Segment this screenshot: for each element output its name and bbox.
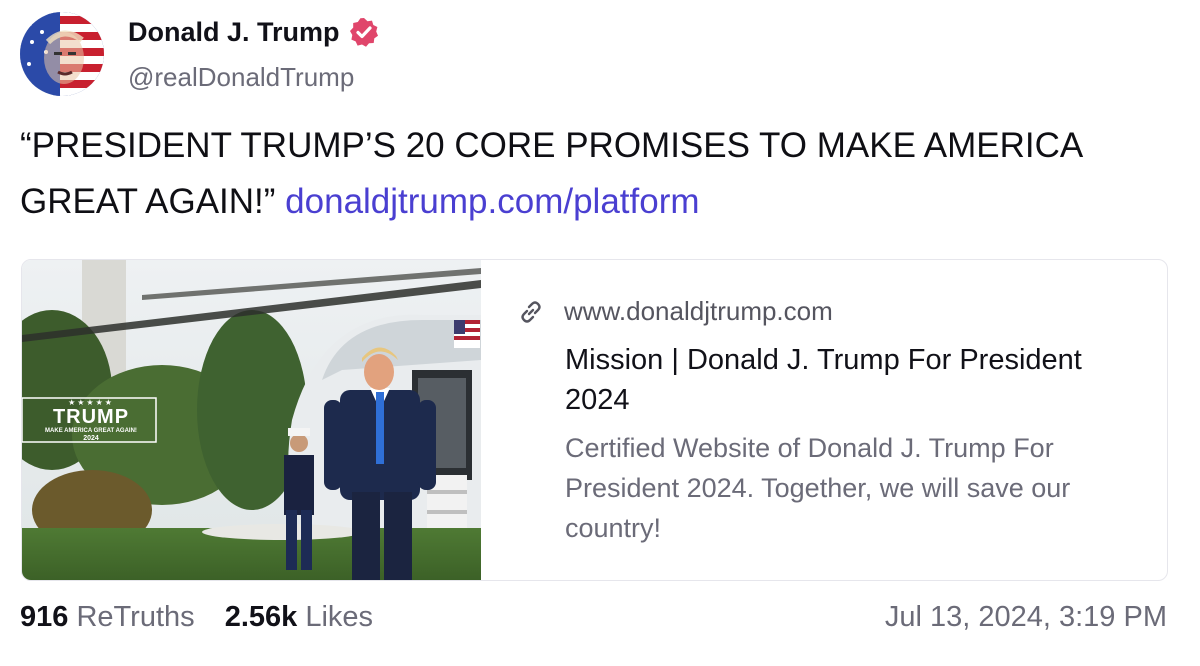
post-link[interactable]: donaldjtrump.com/platform	[285, 182, 699, 221]
link-preview-body: www.donaldjtrump.com Mission | Donald J.…	[516, 260, 1136, 580]
display-name-text[interactable]: Donald J. Trump	[128, 17, 340, 48]
verified-badge-icon	[348, 16, 380, 48]
retruths-label: ReTruths	[76, 601, 195, 633]
likes-label: Likes	[305, 601, 374, 633]
link-preview-domain-row: www.donaldjtrump.com	[516, 296, 833, 327]
handle[interactable]: @realDonaldTrump	[128, 62, 354, 93]
post-footer: 916 ReTruths 2.56k Likes Jul 13, 2024, 3…	[20, 601, 1167, 634]
post-text: “PRESIDENT TRUMP’S 20 CORE PROMISES TO M…	[20, 118, 1170, 230]
link-preview-description: Certified Website of Donald J. Trump For…	[565, 433, 1071, 543]
campaign-logo: ★★★★★ TRUMP MAKE AMERICA GREAT AGAIN! 20…	[26, 398, 156, 443]
logo-tagline: MAKE AMERICA GREAT AGAIN!	[45, 428, 137, 434]
likes-stat[interactable]: 2.56k Likes	[225, 601, 373, 634]
link-preview-title[interactable]: Mission | Donald J. Trump For President …	[565, 340, 1145, 420]
retruths-stat[interactable]: 916 ReTruths	[20, 601, 195, 634]
link-preview-domain: www.donaldjtrump.com	[564, 296, 833, 326]
avatar[interactable]	[20, 12, 104, 96]
truth-post: Donald J. Trump @realDonaldTrump “PRESID…	[0, 0, 1200, 666]
display-name[interactable]: Donald J. Trump	[128, 16, 380, 48]
post-timestamp[interactable]: Jul 13, 2024, 3:19 PM	[885, 601, 1167, 634]
likes-count: 2.56k	[224, 601, 298, 633]
link-preview-card[interactable]: ★★★★★ TRUMP MAKE AMERICA GREAT AGAIN! 20…	[21, 259, 1168, 581]
link-preview-image: ★★★★★ TRUMP MAKE AMERICA GREAT AGAIN! 20…	[22, 260, 481, 580]
logo-wordmark: TRUMP	[52, 406, 130, 428]
link-icon	[516, 297, 546, 327]
retruths-count: 916	[20, 601, 69, 633]
logo-year: 2024	[83, 435, 99, 442]
